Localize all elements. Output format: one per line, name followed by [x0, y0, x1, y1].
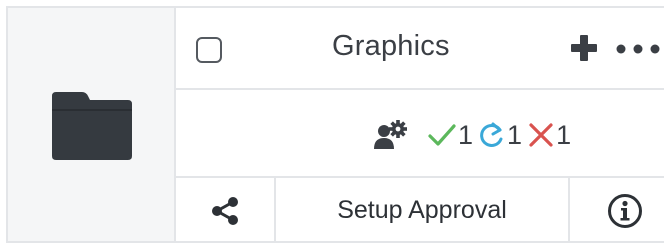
- check-icon: [428, 124, 456, 146]
- details-panel: Graphics 1 1 1 Setup Approval: [176, 8, 664, 243]
- select-checkbox[interactable]: [196, 37, 222, 63]
- setup-approval-button[interactable]: Setup Approval: [276, 178, 570, 243]
- approval-status-group: 1 1 1: [374, 118, 577, 152]
- pending-status: 1: [479, 120, 522, 151]
- rejected-count: 1: [556, 119, 572, 150]
- x-icon: [529, 123, 553, 147]
- plus-icon[interactable]: [570, 34, 598, 62]
- workflow-indicator: [374, 119, 410, 151]
- actions-row: Setup Approval: [176, 178, 664, 243]
- rejected-status: 1: [528, 120, 571, 151]
- more-icon[interactable]: [616, 44, 660, 54]
- user-gear-icon: [374, 120, 407, 149]
- item-card: Graphics 1 1 1 Setup Approval: [6, 6, 664, 243]
- approved-count: 1: [458, 119, 474, 150]
- thumbnail-panel[interactable]: [8, 8, 176, 241]
- folder-icon: [52, 92, 132, 160]
- info-button[interactable]: [570, 178, 664, 243]
- share-button[interactable]: [176, 178, 276, 243]
- setup-approval-label: Setup Approval: [337, 196, 507, 224]
- approved-status: 1: [428, 120, 473, 151]
- share-icon: [212, 196, 238, 225]
- pending-count: 1: [507, 119, 523, 150]
- info-icon: [608, 193, 642, 228]
- header-row: Graphics: [176, 8, 664, 90]
- approval-status-row: 1 1 1: [176, 90, 664, 178]
- refresh-icon: [480, 122, 503, 147]
- item-title[interactable]: Graphics: [332, 30, 450, 63]
